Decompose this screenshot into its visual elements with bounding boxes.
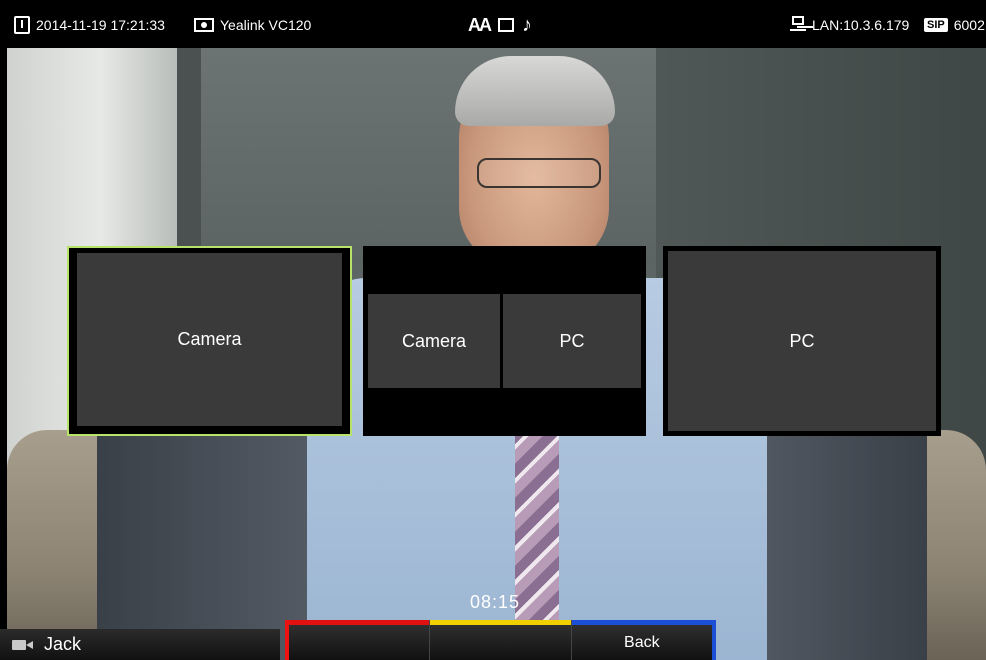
sip-account: 6002 [953,17,985,33]
layout-option-label: Camera [77,253,342,426]
center-icons: AA ♪ [468,14,532,36]
softkey-bar: Back [285,620,716,660]
call-timer: 08:15 [470,592,521,612]
softkey-1[interactable] [285,620,430,660]
camera-icon [12,639,34,651]
layout-option-left-label: Camera [368,294,500,388]
datetime-text: 2014-11-19 17:21:33 [36,17,165,33]
device-group: Yealink VC120 [194,14,311,36]
calendar-icon [14,16,30,34]
layout-option-camera-pc[interactable]: Camera PC [363,246,646,436]
device-name: Yealink VC120 [220,17,312,33]
network-group: LAN:10.3.6.179 [790,14,909,36]
sip-icon: SIP [924,18,948,32]
layout-option-label: PC [668,251,936,431]
screen-icon [498,18,514,32]
sip-group: SIP 6002 [924,14,985,36]
participant-label: Jack [0,629,280,660]
network-text: LAN:10.3.6.179 [812,17,910,33]
glasses [477,158,601,188]
status-bar: 2014-11-19 17:21:33 Yealink VC120 AA ♪ L… [0,0,986,48]
softkey-color-stripe [430,620,571,625]
back-button[interactable]: Back [570,620,716,660]
font-size-icon: AA [468,14,492,35]
softkey-2[interactable] [429,620,571,660]
layout-option-right-label: PC [503,294,641,388]
person-hair [455,56,615,126]
datetime-group: 2014-11-19 17:21:33 [14,14,165,36]
layout-option-pc[interactable]: PC [663,246,941,436]
softkey-color-stripe [289,620,430,625]
softkey-color-stripe [571,620,712,625]
layout-option-camera[interactable]: Camera [67,246,352,436]
back-label: Back [624,634,660,651]
device-icon [194,18,214,32]
participant-name: Jack [44,634,82,654]
music-note-icon: ♪ [522,13,532,36]
lan-icon [790,16,806,34]
